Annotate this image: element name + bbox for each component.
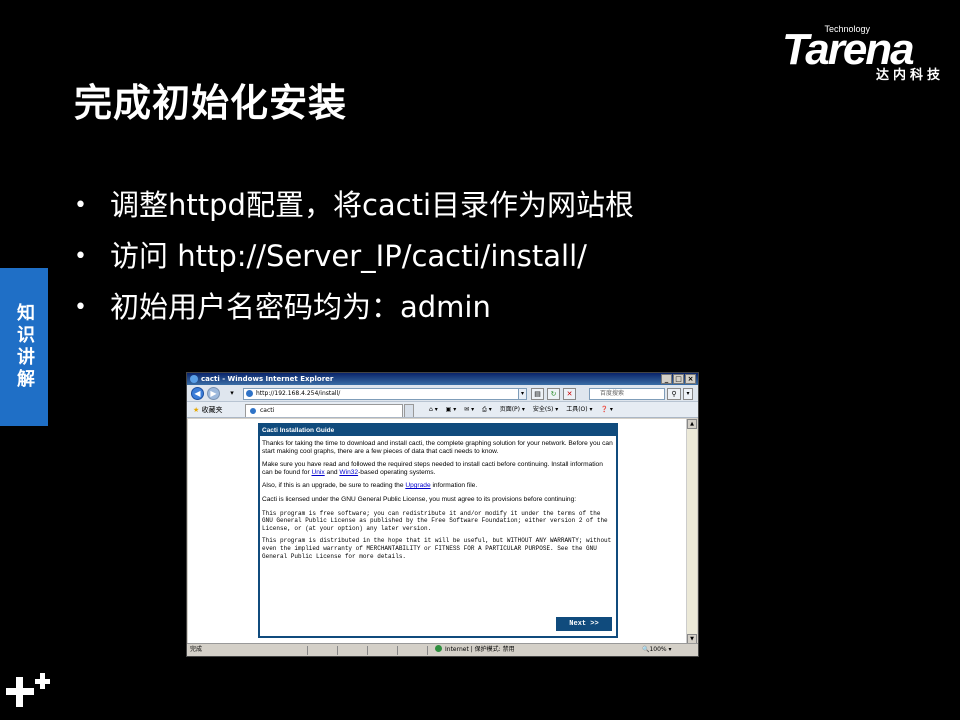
address-dropdown-icon[interactable]: ▾ [518, 388, 527, 400]
status-text: 完成 [190, 646, 203, 653]
side-tab: 知识讲解 [0, 268, 48, 426]
search-input[interactable]: 百度搜索 [589, 388, 665, 400]
page-menu[interactable]: 页面(P) ▾ [500, 406, 525, 413]
browser-tabbar: ★ 收藏夹 cacti ⌂ ▾ ▣ ▾ ✉ ▾ ⎙ ▾ 页面(P) ▾ 安全(S… [187, 402, 698, 418]
minimize-icon[interactable]: _ [661, 374, 672, 384]
install-guide-panel: Cacti Installation Guide Thanks for taki… [258, 423, 618, 638]
guide-paragraph: Make sure you have read and followed the… [262, 461, 603, 476]
tools-menu[interactable]: 工具(O) ▾ [566, 406, 592, 413]
refresh-icon[interactable]: ↻ [547, 388, 560, 400]
license-paragraph: This program is distributed in the hope … [262, 537, 612, 560]
page-content: Cacti Installation Guide Thanks for taki… [188, 419, 687, 644]
bullet-item: 访问 http://Server_IP/cacti/install/ [74, 231, 634, 282]
print-icon[interactable]: ⎙ ▾ [482, 406, 492, 413]
zoom-control[interactable]: 🔍100% ▾ [642, 644, 672, 656]
vertical-scrollbar[interactable]: ▲ ▼ [686, 419, 697, 644]
close-icon[interactable]: × [685, 374, 696, 384]
maximize-icon[interactable]: □ [673, 374, 684, 384]
nav-dropdown-icon[interactable]: ▾ [225, 388, 239, 400]
browser-titlebar: cacti - Windows Internet Explorer _ □ × [187, 373, 698, 385]
ie-icon [190, 375, 198, 383]
side-tab-label: 知识讲解 [14, 303, 35, 391]
compat-view-icon[interactable]: ▤ [531, 388, 544, 400]
feeds-icon[interactable]: ▣ ▾ [446, 406, 457, 413]
mail-icon[interactable]: ✉ ▾ [464, 406, 474, 413]
bullet-list: 调整httpd配置，将cacti目录作为网站根 访问 http://Server… [74, 180, 634, 333]
win32-link[interactable]: Win32 [339, 469, 358, 476]
upgrade-link[interactable]: Upgrade [405, 482, 430, 489]
browser-title: cacti - Windows Internet Explorer [201, 375, 334, 383]
status-bar: 完成 Internet | 保护模式: 禁用 🔍100% ▾ [187, 643, 698, 656]
stop-icon[interactable]: ✕ [563, 388, 576, 400]
logo-subtitle: 达内科技 [875, 68, 944, 83]
star-icon: ★ [193, 406, 200, 414]
license-paragraph: This program is free software; you can r… [262, 509, 608, 532]
security-zone: Internet | 保护模式: 禁用 [435, 644, 515, 656]
scroll-up-icon[interactable]: ▲ [687, 419, 697, 429]
search-icon[interactable]: ⚲ [667, 388, 681, 400]
bullet-item: 调整httpd配置，将cacti目录作为网站根 [74, 180, 634, 231]
tab-cacti[interactable]: cacti [245, 404, 403, 417]
browser-navbar: ◀ ▶ ▾ http://192.168.4.254/install/ ▾ ▤ … [187, 385, 698, 402]
guide-paragraph: Cacti is licensed under the GNU General … [262, 495, 577, 503]
favorites-label: 收藏夹 [201, 406, 223, 414]
tarena-logo: Technology Tarena 达内科技 [782, 24, 946, 84]
search-dropdown-icon[interactable]: ▾ [683, 388, 693, 400]
bullet-item: 初始用户名密码均为：admin [74, 282, 634, 333]
next-button[interactable]: Next >> [556, 617, 612, 631]
guide-paragraph: Also, if this is an upgrade, be sure to … [262, 482, 478, 490]
home-icon[interactable]: ⌂ ▾ [429, 406, 438, 413]
favorites-button[interactable]: ★ 收藏夹 [193, 405, 223, 415]
plus-logo-icon [6, 670, 52, 714]
back-arrow-icon[interactable]: ◀ [191, 387, 204, 400]
command-bar: ⌂ ▾ ▣ ▾ ✉ ▾ ⎙ ▾ 页面(P) ▾ 安全(S) ▾ 工具(O) ▾ … [429, 404, 619, 416]
slide-title: 完成初始化安装 [74, 81, 348, 125]
safety-menu[interactable]: 安全(S) ▾ [533, 406, 558, 413]
guide-heading: Cacti Installation Guide [260, 425, 616, 436]
unix-link[interactable]: Unix [312, 469, 325, 476]
help-menu[interactable]: ❓ ▾ [600, 406, 612, 413]
address-bar[interactable]: http://192.168.4.254/install/ [243, 388, 525, 400]
guide-paragraph: Thanks for taking the time to download a… [262, 440, 613, 455]
browser-screenshot: cacti - Windows Internet Explorer _ □ × … [186, 372, 699, 657]
forward-arrow-icon[interactable]: ▶ [207, 387, 220, 400]
new-tab-button[interactable] [404, 404, 414, 417]
